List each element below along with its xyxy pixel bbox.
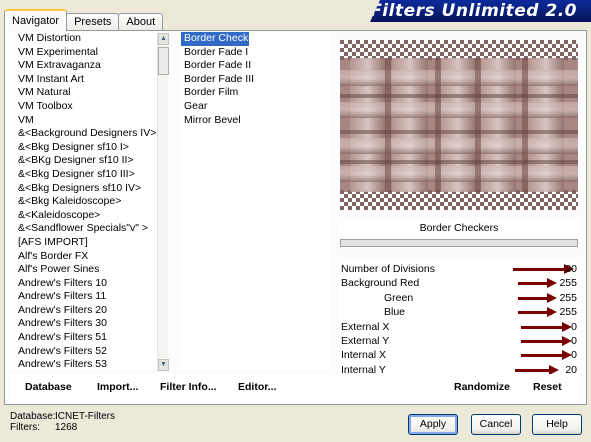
filter-item[interactable]: Border Fade II bbox=[180, 59, 330, 73]
param-row[interactable]: Internal X 0 bbox=[338, 348, 580, 363]
category-item[interactable]: VM Instant Art bbox=[9, 73, 169, 87]
preview-image bbox=[340, 40, 578, 210]
param-row[interactable]: Number of Divisions 30 bbox=[338, 262, 580, 277]
param-value[interactable]: 30 bbox=[565, 262, 577, 276]
tab-navigator[interactable]: Navigator bbox=[4, 9, 68, 31]
param-label: Background Red bbox=[341, 277, 420, 290]
reset-link[interactable]: Reset bbox=[533, 381, 562, 393]
database-label: Database: bbox=[10, 411, 56, 422]
parameter-list: Number of Divisions 30 Background Red 255 Gr… bbox=[338, 262, 580, 378]
category-item[interactable]: VM Natural bbox=[9, 86, 169, 100]
category-item[interactable]: &<Background Designers IV> bbox=[9, 127, 169, 141]
red-arrow-icon bbox=[521, 350, 572, 361]
category-item[interactable]: &<Bkg Designer sf10 III> bbox=[9, 168, 169, 182]
param-label: External Y bbox=[341, 334, 390, 347]
red-arrow-icon bbox=[518, 278, 557, 289]
param-row[interactable]: Green 255 bbox=[338, 290, 580, 306]
param-value[interactable]: 0 bbox=[571, 320, 577, 334]
param-row[interactable]: External X 0 bbox=[338, 319, 580, 334]
category-item[interactable]: Andrew's Filters 53 bbox=[9, 358, 169, 370]
category-item[interactable]: Andrew's Filters 11 bbox=[9, 290, 169, 304]
red-arrow-icon bbox=[518, 292, 557, 303]
tab-presets[interactable]: Presets bbox=[66, 13, 120, 31]
filter-item[interactable]: Border Fade I bbox=[180, 46, 330, 60]
action-bar: Database Import... Filter Info... Editor… bbox=[10, 374, 578, 402]
category-item[interactable]: VM Distortion bbox=[9, 32, 169, 46]
param-value[interactable]: 0 bbox=[571, 334, 577, 348]
category-item[interactable]: [AFS IMPORT] bbox=[9, 236, 169, 250]
scroll-thumb[interactable] bbox=[158, 47, 169, 75]
category-item[interactable]: Andrew's Filters 10 bbox=[9, 277, 169, 291]
red-arrow-icon bbox=[518, 307, 557, 318]
param-label: External X bbox=[341, 320, 390, 333]
apply-button[interactable]: Apply bbox=[408, 414, 458, 435]
param-label: Blue bbox=[384, 306, 406, 319]
param-row[interactable]: Background Red 255 bbox=[338, 276, 580, 291]
filter-item[interactable]: Border Film bbox=[180, 86, 330, 100]
param-value[interactable]: 255 bbox=[559, 305, 577, 319]
filter-info-link[interactable]: Filter Info... bbox=[160, 381, 217, 393]
randomize-link[interactable]: Randomize bbox=[454, 381, 510, 393]
database-info: Database:ICNET-Filters Filters: 1268 bbox=[10, 411, 115, 433]
scroll-down-arrow-icon[interactable]: ▼ bbox=[158, 359, 169, 371]
category-item[interactable]: VM Toolbox bbox=[9, 100, 169, 114]
param-label: Green bbox=[384, 291, 414, 304]
filter-item[interactable]: Border Fade III bbox=[180, 73, 330, 87]
cancel-button[interactable]: Cancel bbox=[471, 414, 521, 435]
filter-item[interactable]: Gear bbox=[180, 100, 330, 114]
help-button[interactable]: Help bbox=[532, 414, 582, 435]
import-link[interactable]: Import... bbox=[97, 381, 138, 393]
category-item[interactable]: Andrew's Filters 20 bbox=[9, 304, 169, 318]
scroll-up-arrow-icon[interactable]: ▲ bbox=[158, 33, 169, 45]
filters-count-label: Filters: bbox=[10, 422, 40, 433]
progress-bar bbox=[340, 239, 578, 247]
filter-item[interactable]: Mirror Bevel bbox=[180, 114, 330, 128]
param-value[interactable]: 0 bbox=[571, 348, 577, 362]
category-item[interactable]: VM Extravaganza bbox=[9, 59, 169, 73]
category-item[interactable]: Alf's Border FX bbox=[9, 250, 169, 264]
param-label: Internal X bbox=[341, 349, 386, 362]
filters-count-value: 1268 bbox=[55, 422, 78, 433]
database-link[interactable]: Database bbox=[25, 381, 72, 393]
category-item[interactable]: Andrew's Filters 30 bbox=[9, 317, 169, 331]
param-value[interactable]: 255 bbox=[559, 276, 577, 290]
category-item[interactable]: Andrew's Filters 52 bbox=[9, 345, 169, 359]
param-row[interactable]: External Y 0 bbox=[338, 333, 580, 349]
app-title: Filters Unlimited 2.0 bbox=[370, 1, 577, 21]
title-banner: Filters Unlimited 2.0 bbox=[370, 0, 591, 22]
tab-about[interactable]: About bbox=[118, 13, 164, 31]
filter-list[interactable]: Border Checkers Border Fade I Border Fade … bbox=[180, 32, 330, 370]
param-label: Number of Divisions bbox=[341, 263, 435, 275]
category-item[interactable]: &<Bkg Designer sf10 I> bbox=[9, 141, 169, 155]
database-value: ICNET-Filters bbox=[55, 411, 115, 422]
param-value[interactable]: 255 bbox=[559, 291, 577, 305]
category-item[interactable]: &<BKg Designer sf10 II> bbox=[9, 154, 169, 168]
category-item[interactable]: &<Sandflower Specials"v" > bbox=[9, 222, 169, 236]
category-item[interactable]: Alf's Power Sines bbox=[9, 263, 169, 277]
filter-item[interactable]: Border Checkers bbox=[181, 32, 263, 46]
red-arrow-icon bbox=[521, 321, 572, 332]
param-row[interactable]: Blue 255 bbox=[338, 305, 580, 320]
category-item[interactable]: VM bbox=[9, 114, 169, 128]
category-item[interactable]: &<Bkg Kaleidoscope> bbox=[9, 195, 169, 209]
red-arrow-icon bbox=[521, 335, 572, 346]
category-item[interactable]: &<Bkg Designers sf10 IV> bbox=[9, 182, 169, 196]
category-item[interactable]: Andrew's Filters 51 bbox=[9, 331, 169, 345]
category-scrollbar[interactable]: ▲ ▼ bbox=[157, 33, 169, 371]
category-item[interactable]: VM Experimental bbox=[9, 46, 169, 60]
red-arrow-icon bbox=[513, 264, 574, 274]
red-arrow-icon bbox=[515, 364, 559, 375]
selected-filter-name: Border Checkers bbox=[338, 218, 580, 238]
category-item[interactable]: &<Kaleidoscope> bbox=[9, 209, 169, 223]
category-list[interactable]: VM Distortion VM Experimental VM Extravaga… bbox=[9, 32, 169, 370]
tab-bar: Navigator Presets About bbox=[4, 9, 164, 31]
editor-link[interactable]: Editor... bbox=[238, 381, 277, 393]
